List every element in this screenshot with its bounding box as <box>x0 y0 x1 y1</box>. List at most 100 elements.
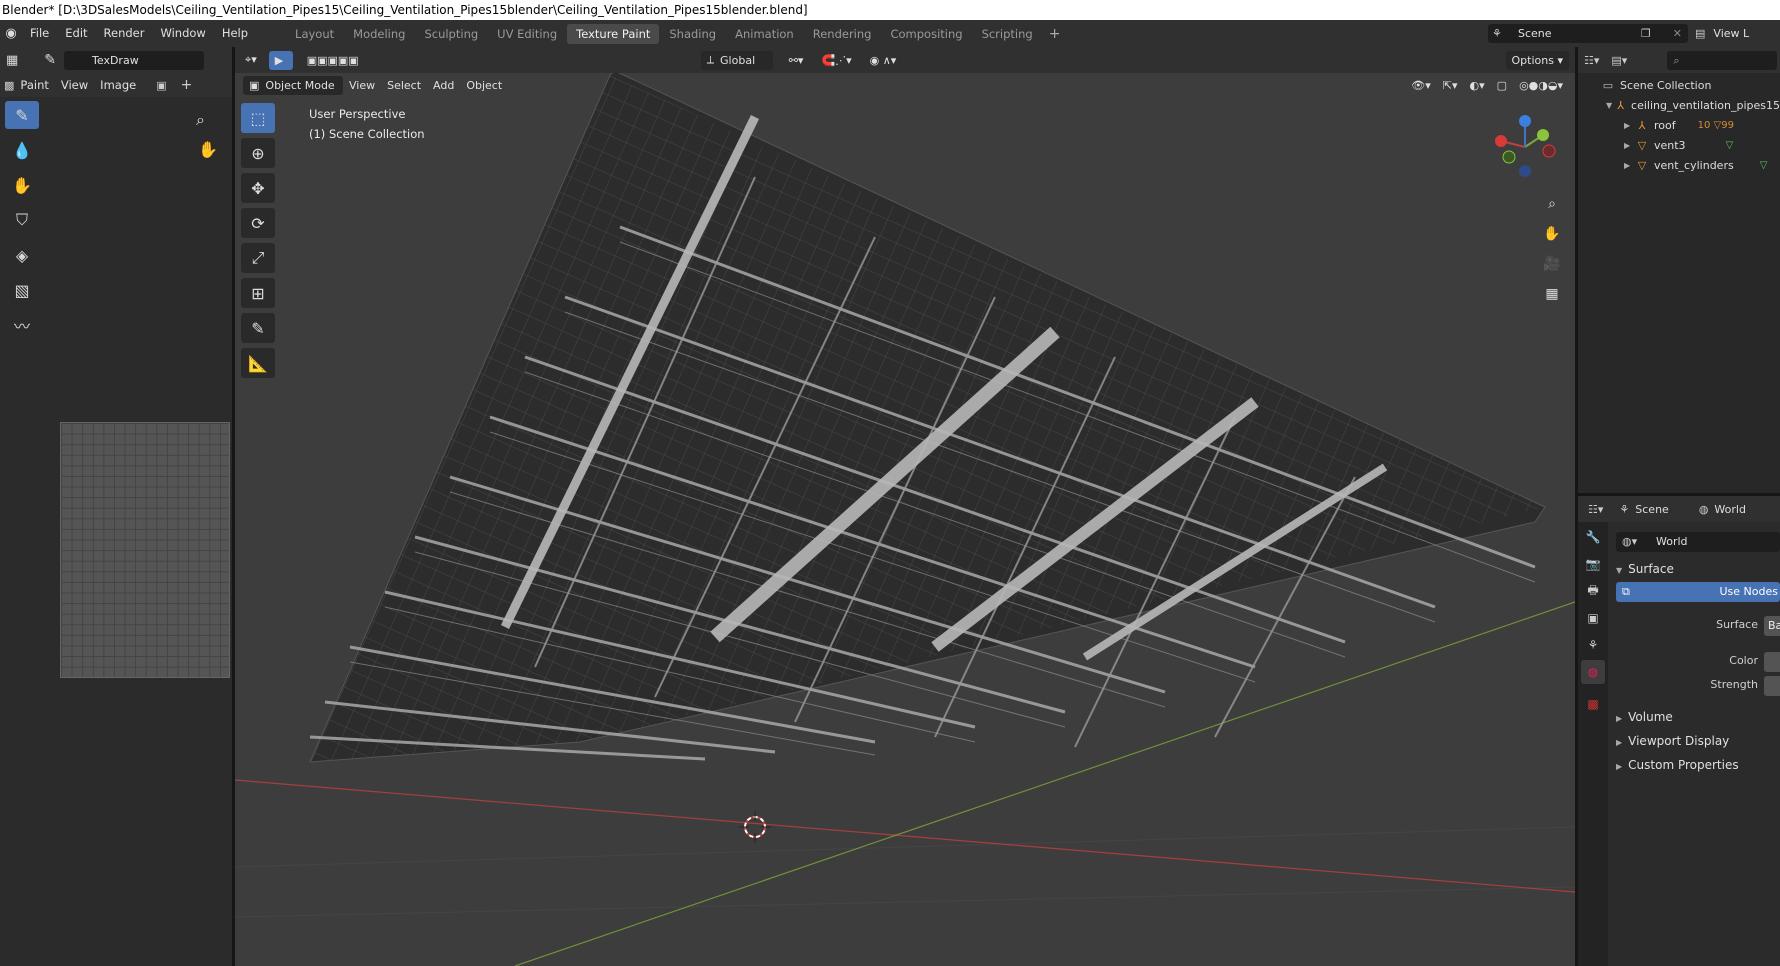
snap-icon[interactable]: 🧲⋰▾ <box>815 51 857 70</box>
shading-mode-icons[interactable]: ◎●◑◒▾ <box>1513 76 1569 95</box>
mask-tool-icon[interactable]: ▧ <box>5 276 39 304</box>
camera-view-icon[interactable]: 🎥 <box>1540 252 1564 276</box>
breadcrumb-world[interactable]: World <box>1714 503 1746 516</box>
expand-icon[interactable]: ▶ <box>1624 161 1634 170</box>
overlay-toggle-icon[interactable]: ◐▾ <box>1464 76 1491 95</box>
soften-tool-icon[interactable]: 💧 <box>5 136 39 164</box>
tree-item-vent3[interactable]: ▶ ▽ vent3 ▽ <box>1578 135 1780 155</box>
view-layer-selector[interactable]: ▤ View L <box>1695 24 1780 43</box>
visibility-icon[interactable]: 👁▾ <box>1405 76 1437 95</box>
zoom-view-icon[interactable]: ⌕ <box>1540 192 1564 216</box>
outliner-search-input[interactable]: ⌕ <box>1667 50 1778 70</box>
tree-item-roof[interactable]: ▶ ⅄ roof 10 ▽99 <box>1578 115 1780 135</box>
smear-tool-icon[interactable]: ✋ <box>5 171 39 199</box>
volume-panel-header[interactable]: ▶ Volume <box>1616 710 1673 724</box>
tree-item-collection[interactable]: ▼ ⅄ ceiling_ventilation_pipes15 <box>1578 95 1780 115</box>
options-dropdown[interactable]: Options ▾ <box>1505 50 1569 70</box>
pan-hand-icon[interactable]: ✋ <box>198 140 218 159</box>
pivot-point-icon[interactable]: ⚯▾ <box>783 51 810 70</box>
cursor-tool-icon[interactable]: ⊕ <box>241 138 275 168</box>
zoom-icon[interactable]: ⌕ <box>196 110 205 130</box>
expand-icon[interactable]: ▶ <box>1624 141 1634 150</box>
brush-name-field[interactable]: TexDraw <box>64 50 205 70</box>
blender-logo-icon[interactable]: ◉ <box>0 20 22 47</box>
move-tool-icon[interactable]: ✥ <box>241 173 275 203</box>
gizmo-toggle-icon[interactable]: ⇱▾ <box>1437 76 1464 95</box>
scale-tool-icon[interactable]: ⤢ <box>241 243 275 273</box>
tab-compositing[interactable]: Compositing <box>881 24 971 44</box>
viewport-view-menu[interactable]: View <box>343 76 381 95</box>
menu-edit[interactable]: Edit <box>57 20 95 47</box>
editor-type-icon[interactable]: ▦ <box>6 53 18 68</box>
annotate-tool-icon[interactable]: ✎ <box>241 313 275 343</box>
draw-brush-tool-icon[interactable]: ✎ <box>5 101 39 129</box>
rotate-tool-icon[interactable]: ⟳ <box>241 208 275 238</box>
collapse-icon[interactable]: ▼ <box>1606 101 1614 110</box>
tree-item-scene-collection[interactable]: ▭ Scene Collection <box>1578 75 1780 95</box>
new-image-icon[interactable]: + <box>181 77 193 93</box>
viewport-display-panel-header[interactable]: ▶ Viewport Display <box>1616 734 1729 748</box>
custom-properties-panel-header[interactable]: ▶ Custom Properties <box>1616 758 1739 772</box>
clone-tool-icon[interactable]: ⛉ <box>5 206 39 234</box>
menu-window[interactable]: Window <box>152 20 213 47</box>
image-editor-image-menu[interactable]: Image <box>94 72 142 99</box>
tab-shading[interactable]: Shading <box>660 24 725 44</box>
image-editor-view-menu[interactable]: View <box>55 72 94 99</box>
tab-rendering[interactable]: Rendering <box>804 24 881 44</box>
transform-tool-icon[interactable]: ⊞ <box>241 278 275 308</box>
properties-editor-type-icon[interactable]: ☷▾ <box>1588 503 1603 516</box>
output-tab-icon[interactable]: 🖶 <box>1581 579 1605 603</box>
pan-view-icon[interactable]: ✋ <box>1540 222 1564 246</box>
ortho-toggle-icon[interactable]: ▦ <box>1540 282 1564 306</box>
select-tool-icon[interactable]: ⬚ <box>241 103 275 133</box>
copy-scene-icon[interactable]: ❐ <box>1641 27 1651 40</box>
view-layer-tab-icon[interactable]: ▣ <box>1581 606 1605 630</box>
world-tab-icon[interactable]: ◍ <box>1581 660 1605 684</box>
close-icon[interactable]: ✕ <box>1673 27 1682 40</box>
tab-uv-editing[interactable]: UV Editing <box>488 24 566 44</box>
selection-mode-icons[interactable]: ▣▣▣▣▣ <box>301 51 365 70</box>
image-browse-icon[interactable]: ▣ <box>156 79 166 92</box>
use-nodes-button[interactable]: ⧉ Use Nodes <box>1616 582 1780 602</box>
outliner-editor-type-icon[interactable]: ☷▾ <box>1584 54 1599 67</box>
scene-tab-icon[interactable]: ⚘ <box>1581 633 1605 657</box>
render-tab-icon[interactable]: 📷 <box>1581 552 1605 576</box>
tab-texture-paint[interactable]: Texture Paint <box>567 23 660 44</box>
object-mode-dropdown[interactable]: ▣ Object Mode <box>243 75 343 95</box>
expand-icon[interactable]: ▶ <box>1624 121 1634 130</box>
color-swatch[interactable] <box>1764 652 1780 672</box>
add-workspace-button[interactable]: + <box>1043 26 1067 42</box>
tab-animation[interactable]: Animation <box>726 24 803 44</box>
tab-sculpting[interactable]: Sculpting <box>415 24 487 44</box>
tree-item-vent-cylinders[interactable]: ▶ ▽ vent_cylinders ▽ <box>1578 155 1780 175</box>
display-mode-icon[interactable]: ▤▾ <box>1611 54 1627 67</box>
measure-tool-icon[interactable]: 📐 <box>241 348 275 378</box>
viewport-object-menu[interactable]: Object <box>460 76 508 95</box>
fill-tool-icon[interactable]: ◈ <box>5 241 39 269</box>
viewport-add-menu[interactable]: Add <box>427 76 460 95</box>
viewport-select-menu[interactable]: Select <box>381 76 427 95</box>
tool-tab-icon[interactable]: 🔧 <box>1581 525 1605 549</box>
select-box-icon[interactable]: ▶ <box>268 50 293 70</box>
tab-scripting[interactable]: Scripting <box>973 24 1042 44</box>
surface-shader-dropdown[interactable]: Ba <box>1764 616 1780 636</box>
proportional-edit-icon[interactable]: ◉ ∧▾ <box>864 51 903 70</box>
3d-viewport[interactable]: ⌖▾ ▶ ▣▣▣▣▣ ⟂ Global ⚯▾ 🧲⋰▾ ◉ ∧▾ Options … <box>235 47 1575 966</box>
world-datablock-field[interactable]: ◍▾ World <box>1616 532 1780 552</box>
transform-orientation-dropdown[interactable]: ⟂ Global <box>700 50 773 70</box>
menu-render[interactable]: Render <box>96 20 153 47</box>
strength-field[interactable] <box>1764 676 1780 696</box>
annotate-tool-icon[interactable]: 〰 <box>5 311 39 339</box>
tab-modeling[interactable]: Modeling <box>344 24 414 44</box>
viewport-editor-type-icon[interactable]: ⌖▾ <box>239 51 263 70</box>
texture-tab-icon[interactable]: ▩ <box>1581 692 1605 716</box>
surface-panel-header[interactable]: ▼ Surface <box>1616 562 1674 576</box>
uv-image-grid[interactable] <box>60 422 230 678</box>
scene-selector[interactable]: ⚘ Scene ❐ ✕ <box>1488 24 1688 43</box>
menu-help[interactable]: Help <box>214 20 256 47</box>
xray-toggle-icon[interactable]: ▢ <box>1491 76 1513 95</box>
tab-layout[interactable]: Layout <box>286 24 343 44</box>
breadcrumb-scene[interactable]: Scene <box>1635 503 1669 516</box>
menu-file[interactable]: File <box>22 20 57 47</box>
paint-mode-dropdown[interactable]: Paint <box>14 72 54 99</box>
